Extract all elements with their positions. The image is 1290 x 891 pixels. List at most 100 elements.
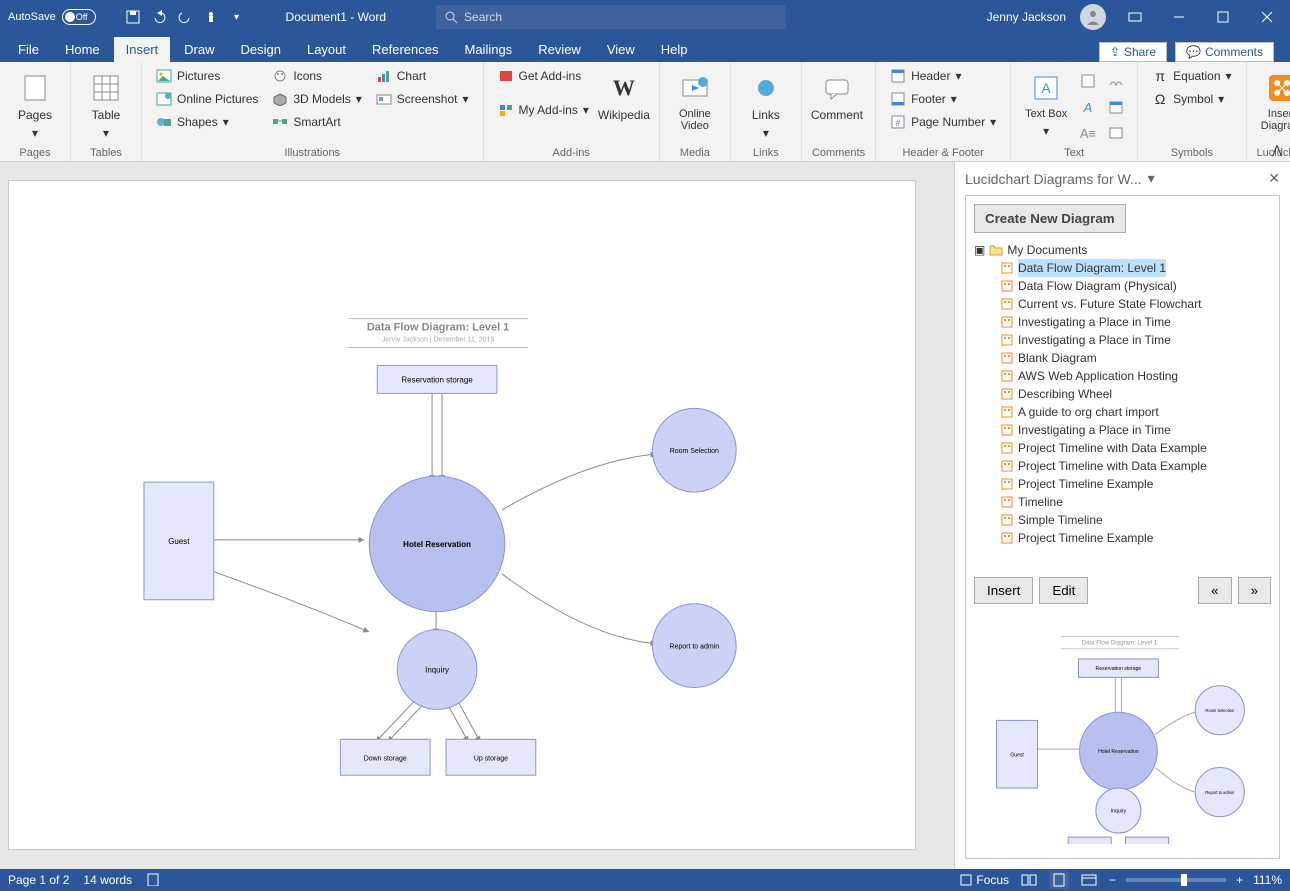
icons-button[interactable]: Icons bbox=[268, 66, 365, 86]
header-button[interactable]: Header▾ bbox=[886, 66, 1000, 86]
file-icon bbox=[1000, 369, 1014, 383]
save-icon[interactable] bbox=[124, 8, 142, 26]
tab-mailings[interactable]: Mailings bbox=[453, 37, 525, 62]
minimize-icon[interactable] bbox=[1164, 2, 1194, 32]
insert-button[interactable]: Insert bbox=[974, 577, 1033, 604]
my-addins-button[interactable]: My Add-ins▾ bbox=[494, 100, 593, 120]
close-icon[interactable] bbox=[1252, 2, 1282, 32]
tree-file[interactable]: Describing Wheel bbox=[974, 385, 1271, 403]
table-button[interactable]: Table▾ bbox=[81, 66, 131, 140]
comment-button[interactable]: Comment bbox=[812, 66, 862, 122]
page-canvas[interactable]: Data Flow Diagram: Level 1 Jenny Jackson… bbox=[8, 180, 916, 850]
read-mode-icon[interactable] bbox=[1019, 871, 1039, 889]
smartart-button[interactable]: SmartArt bbox=[268, 112, 365, 132]
node-inquiry: Inquiry bbox=[425, 666, 449, 675]
svg-text:A≡: A≡ bbox=[1080, 126, 1096, 141]
tree-file[interactable]: Simple Timeline bbox=[974, 511, 1271, 529]
group-hf-label: Header & Footer bbox=[886, 145, 1000, 159]
tab-help[interactable]: Help bbox=[649, 37, 700, 62]
tree-file[interactable]: Project Timeline with Data Example bbox=[974, 457, 1271, 475]
tree-file[interactable]: Data Flow Diagram (Physical) bbox=[974, 277, 1271, 295]
tab-review[interactable]: Review bbox=[526, 37, 593, 62]
zoom-slider[interactable] bbox=[1126, 878, 1226, 882]
undo-icon[interactable] bbox=[150, 8, 168, 26]
share-button[interactable]: ⇪Share bbox=[1099, 42, 1167, 62]
ribbon-display-icon[interactable] bbox=[1120, 2, 1150, 32]
tree-file[interactable]: Blank Diagram bbox=[974, 349, 1271, 367]
file-icon bbox=[1000, 351, 1014, 365]
search-box[interactable]: Search bbox=[436, 5, 786, 29]
tree-file[interactable]: A guide to org chart import bbox=[974, 403, 1271, 421]
zoom-out-button[interactable]: − bbox=[1109, 873, 1116, 887]
tab-references[interactable]: References bbox=[360, 37, 450, 62]
tree-file[interactable]: AWS Web Application Hosting bbox=[974, 367, 1271, 385]
equation-button[interactable]: πEquation▾ bbox=[1148, 66, 1235, 86]
tree-file[interactable]: Investigating a Place in Time bbox=[974, 313, 1271, 331]
create-diagram-button[interactable]: Create New Diagram bbox=[974, 204, 1126, 233]
tree-folder[interactable]: ▣My Documents bbox=[974, 241, 1271, 259]
wordart-icon[interactable]: A bbox=[1077, 96, 1099, 118]
symbol-button[interactable]: ΩSymbol▾ bbox=[1148, 89, 1235, 109]
screenshot-button[interactable]: Screenshot▾ bbox=[372, 89, 473, 109]
page-number-button[interactable]: #Page Number▾ bbox=[886, 112, 1000, 132]
links-button[interactable]: Links▾ bbox=[741, 66, 791, 140]
svg-text:Report to admin: Report to admin bbox=[1205, 790, 1234, 795]
next-page-button[interactable]: » bbox=[1238, 577, 1271, 604]
qat-more-icon[interactable]: ▾ bbox=[228, 8, 246, 26]
tree-file[interactable]: Project Timeline Example bbox=[974, 475, 1271, 493]
print-layout-icon[interactable] bbox=[1049, 871, 1069, 889]
chart-button[interactable]: Chart bbox=[372, 66, 473, 86]
redo-icon[interactable] bbox=[176, 8, 194, 26]
footer-button[interactable]: Footer▾ bbox=[886, 89, 1000, 109]
tree-file[interactable]: Current vs. Future State Flowchart bbox=[974, 295, 1271, 313]
collapse-icon: ▣ bbox=[974, 241, 985, 259]
shapes-button[interactable]: Shapes▾ bbox=[152, 112, 262, 132]
prev-page-button[interactable]: « bbox=[1198, 577, 1231, 604]
web-layout-icon[interactable] bbox=[1079, 871, 1099, 889]
focus-button[interactable]: Focus bbox=[960, 873, 1009, 887]
text-box-button[interactable]: AText Box▾ bbox=[1021, 66, 1071, 138]
tree-file[interactable]: Project Timeline Example bbox=[974, 529, 1271, 547]
zoom-level[interactable]: 111% bbox=[1253, 873, 1282, 887]
status-page[interactable]: Page 1 of 2 bbox=[8, 873, 69, 887]
collapse-ribbon-icon[interactable]: ⋀ bbox=[1272, 143, 1282, 157]
tree-file[interactable]: Investigating a Place in Time bbox=[974, 421, 1271, 439]
tab-layout[interactable]: Layout bbox=[295, 37, 358, 62]
drop-cap-icon[interactable]: A≡ bbox=[1077, 122, 1099, 144]
pictures-button[interactable]: Pictures bbox=[152, 66, 262, 86]
lucidchart-insert-button[interactable]: Insert Diagram bbox=[1257, 66, 1290, 132]
pages-button[interactable]: Pages▾ bbox=[10, 66, 60, 140]
3d-models-button[interactable]: 3D Models▾ bbox=[268, 89, 365, 109]
online-pictures-button[interactable]: Online Pictures bbox=[152, 89, 262, 109]
get-addins-button[interactable]: Get Add-ins bbox=[494, 66, 593, 86]
sidepanel-menu-icon[interactable]: ▾ bbox=[1148, 170, 1155, 187]
user-avatar[interactable] bbox=[1080, 4, 1106, 30]
tab-file[interactable]: File bbox=[6, 37, 51, 62]
tab-view[interactable]: View bbox=[595, 37, 647, 62]
tab-design[interactable]: Design bbox=[229, 37, 293, 62]
edit-button[interactable]: Edit bbox=[1039, 577, 1088, 604]
tree-file[interactable]: Project Timeline with Data Example bbox=[974, 439, 1271, 457]
tab-home[interactable]: Home bbox=[53, 37, 112, 62]
screenshot-icon bbox=[376, 91, 392, 107]
online-video-button[interactable]: Online Video bbox=[670, 66, 720, 132]
comments-button[interactable]: 💬Comments bbox=[1175, 42, 1274, 62]
status-words[interactable]: 14 words bbox=[83, 873, 132, 887]
maximize-icon[interactable] bbox=[1208, 2, 1238, 32]
tab-insert[interactable]: Insert bbox=[114, 37, 171, 62]
zoom-in-button[interactable]: + bbox=[1236, 873, 1243, 887]
group-pages-label: Pages bbox=[10, 145, 60, 159]
signature-line-icon[interactable] bbox=[1105, 70, 1127, 92]
file-icon bbox=[1000, 531, 1014, 545]
tree-file[interactable]: Timeline bbox=[974, 493, 1271, 511]
date-time-icon[interactable] bbox=[1105, 96, 1127, 118]
tree-file[interactable]: Data Flow Diagram: Level 1 bbox=[974, 259, 1271, 277]
touch-mode-icon[interactable] bbox=[202, 8, 220, 26]
tab-draw[interactable]: Draw bbox=[172, 37, 226, 62]
spell-check-icon[interactable] bbox=[146, 872, 160, 889]
object-icon[interactable] bbox=[1105, 122, 1127, 144]
quick-parts-icon[interactable] bbox=[1077, 70, 1099, 92]
sidepanel-close-icon[interactable]: ✕ bbox=[1268, 170, 1280, 187]
tree-file[interactable]: Investigating a Place in Time bbox=[974, 331, 1271, 349]
wikipedia-button[interactable]: WWikipedia bbox=[599, 66, 649, 122]
